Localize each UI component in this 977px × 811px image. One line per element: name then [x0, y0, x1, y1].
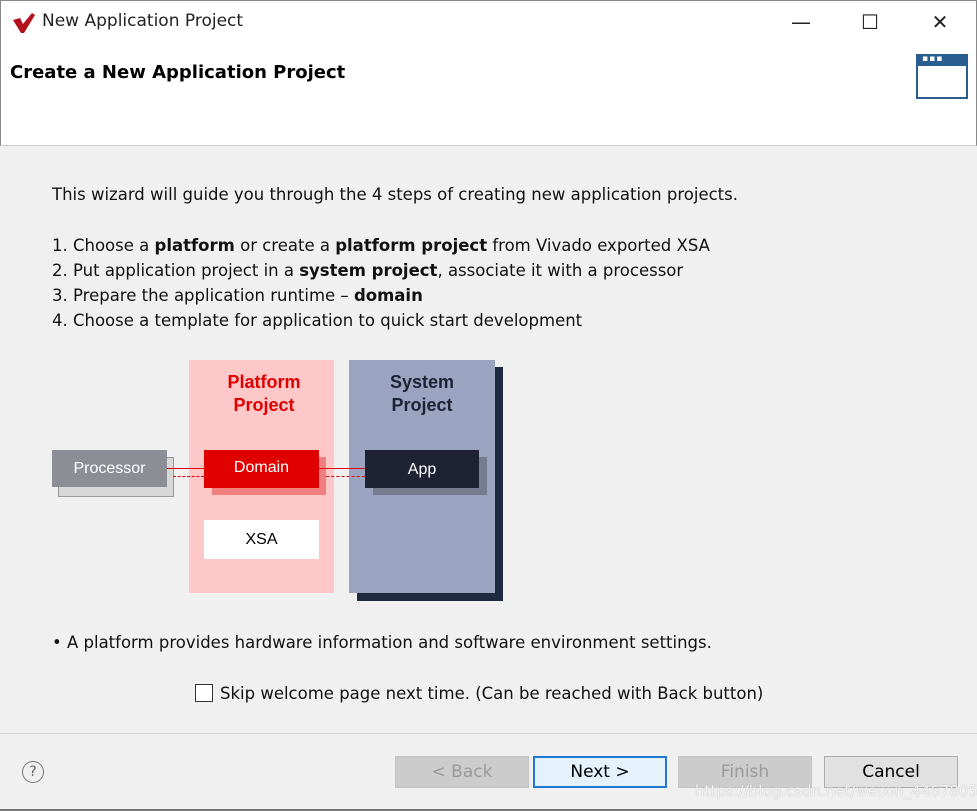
step-text: 1. Choose a — [52, 236, 155, 255]
platform-project-label: Platform Project — [189, 371, 339, 417]
help-icon[interactable]: ? — [22, 761, 44, 783]
close-button[interactable]: ✕ — [917, 0, 963, 45]
connector-line — [319, 468, 365, 469]
window-icon: ▪▪▪ — [916, 54, 968, 99]
step-text: from Vivado exported XSA — [487, 236, 710, 255]
step-text: system project — [299, 261, 438, 280]
skip-welcome-checkbox[interactable] — [195, 684, 213, 702]
step-text: 3. Prepare the application runtime – — [52, 286, 354, 305]
watermark: https://blog.csdn.net/weixin_44678052 — [695, 782, 977, 800]
step-item: 1. Choose a platform or create a platfor… — [52, 233, 710, 258]
wizard-header — [0, 45, 977, 146]
step-item: 3. Prepare the application runtime – dom… — [52, 283, 710, 308]
domain-box: Domain — [204, 450, 319, 488]
step-text: or create a — [234, 236, 336, 255]
footer-divider — [0, 733, 977, 734]
connector-dashed-line — [173, 476, 204, 477]
processor-box: Processor — [52, 450, 167, 487]
step-text: platform — [154, 236, 235, 255]
skip-welcome-label[interactable]: Skip welcome page next time. (Can be rea… — [220, 684, 763, 703]
next-button[interactable]: Next > — [533, 756, 667, 788]
steps-list: 1. Choose a platform or create a platfor… — [52, 233, 710, 333]
step-text: 4. Choose a template for application to … — [52, 311, 583, 330]
intro-text: This wizard will guide you through the 4… — [52, 185, 738, 204]
back-button[interactable]: < Back — [395, 756, 529, 788]
xsa-box: XSA — [204, 520, 319, 559]
step-text: domain — [353, 286, 423, 305]
step-text: platform project — [335, 236, 488, 255]
maximize-button[interactable]: ☐ — [847, 0, 893, 45]
step-text: , associate it with a processor — [437, 261, 684, 280]
platform-note: • A platform provides hardware informati… — [52, 633, 712, 652]
connector-dashed-line — [326, 476, 365, 477]
platform-label-line2: Project — [233, 395, 295, 415]
platform-label-line1: Platform — [227, 372, 301, 392]
system-label-line1: System — [389, 372, 455, 392]
page-title: Create a New Application Project — [10, 62, 346, 83]
app-box: App — [365, 450, 479, 488]
minimize-button[interactable]: — — [778, 0, 824, 45]
window-title: New Application Project — [42, 11, 244, 31]
app-logo-icon — [13, 13, 35, 33]
step-text: 2. Put application project in a — [52, 261, 300, 280]
system-project-label: System Project — [349, 371, 495, 417]
step-item: 2. Put application project in a system p… — [52, 258, 710, 283]
step-item: 4. Choose a template for application to … — [52, 308, 710, 333]
connector-line — [167, 468, 204, 469]
system-label-line2: Project — [391, 395, 453, 415]
